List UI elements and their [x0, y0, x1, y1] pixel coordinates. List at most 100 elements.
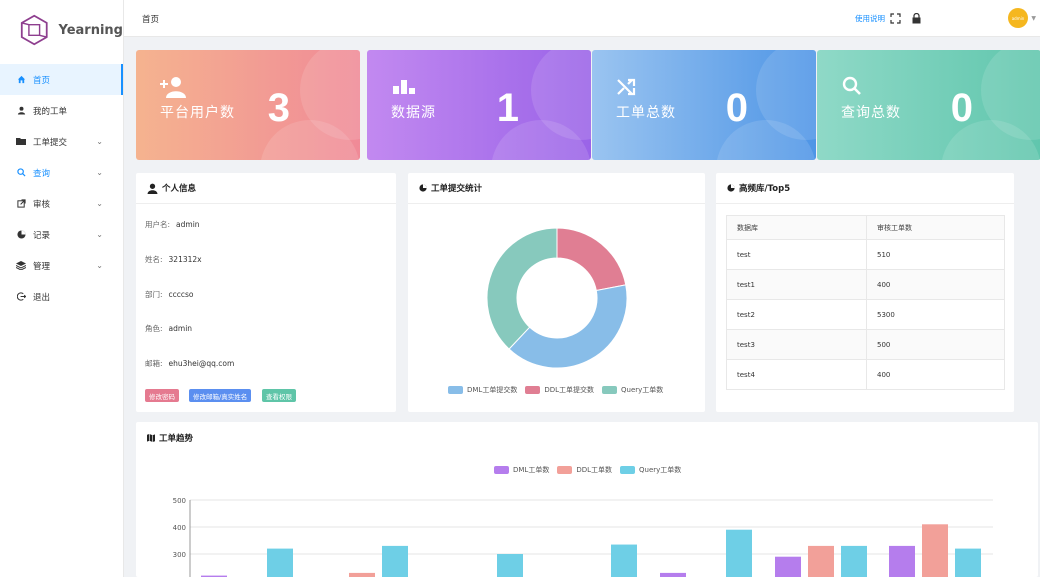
y-tick-label: 500 — [173, 497, 186, 505]
bar-query[interactable] — [726, 529, 752, 577]
search-icon — [841, 76, 869, 98]
table-row[interactable]: test4 400 — [726, 359, 1005, 390]
user-icon — [16, 106, 26, 116]
sidebar-item-label: 我的工单 — [33, 106, 68, 117]
bar-query[interactable] — [841, 545, 867, 577]
sidebar-item-label: 工单提交 — [33, 137, 68, 148]
stat-value: 0 — [950, 86, 973, 130]
bar-dml[interactable] — [660, 572, 686, 577]
sidebar-item-query[interactable]: 查询 ⌄ — [0, 157, 123, 188]
legend-item[interactable]: Query工单数 — [602, 385, 663, 395]
logo[interactable]: Yearning — [0, 0, 123, 60]
bar-chart-icon — [391, 76, 419, 98]
bar-query[interactable] — [267, 548, 293, 577]
shuffle-icon — [616, 76, 644, 98]
folder-icon — [16, 137, 26, 147]
bar-query[interactable] — [611, 544, 637, 577]
lock-icon[interactable] — [910, 12, 922, 24]
bar-ddl[interactable] — [808, 545, 834, 577]
stat-label: 工单总数 — [616, 105, 676, 121]
bar-dml[interactable] — [775, 556, 801, 577]
sidebar-item-records[interactable]: 记录 ⌄ — [0, 219, 123, 250]
profile-email-row: 邮箱: ehu3hei@qq.com — [145, 359, 235, 368]
trend-panel: 工单趋势 DML工单数 DDL工单数 Query工单数 300 400 500 — [136, 422, 1038, 577]
search-icon — [16, 168, 26, 178]
table-row[interactable]: test 510 — [726, 239, 1005, 270]
fullscreen-icon[interactable] — [889, 12, 901, 24]
table-row[interactable]: test2 5300 — [726, 299, 1005, 330]
bar-dml[interactable] — [889, 545, 915, 577]
donut-slice-ddl[interactable] — [556, 227, 627, 292]
table-row[interactable]: test3 500 — [726, 329, 1005, 360]
trend-legend: DML工单数 DDL工单数 Query工单数 — [494, 465, 689, 475]
pie-chart-icon — [419, 184, 427, 192]
panel-title: 个人信息 — [136, 173, 396, 204]
legend-item[interactable]: Query工单数 — [620, 465, 681, 475]
table-row[interactable]: test1 400 — [726, 269, 1005, 300]
stat-label: 查询总数 — [841, 105, 901, 121]
donut-slice-query[interactable] — [486, 227, 558, 350]
donut-legend: DML工单提交数 DDL工单提交数 Query工单数 — [448, 385, 671, 395]
profile-role-row: 角色: admin — [145, 324, 193, 333]
pie-chart-icon — [16, 230, 26, 240]
caret-down-icon[interactable]: ▼ — [1031, 15, 1036, 22]
chevron-down-icon: ⌄ — [96, 168, 103, 177]
order-stats-panel: 工单提交统计 DML工单提交数 DDL工单提交数 Query工单数 — [408, 173, 705, 412]
bar-ddl[interactable] — [922, 524, 948, 577]
chevron-down-icon: ⌄ — [96, 137, 103, 146]
external-link-icon — [16, 199, 26, 209]
profile-dept-row: 部门: ccccso — [145, 290, 194, 299]
profile-username-row: 用户名: admin — [145, 220, 200, 229]
sidebar-item-label: 查询 — [33, 168, 51, 179]
panel-title: 高频库/Top5 — [716, 173, 1014, 204]
sidebar-item-logout[interactable]: 退出 — [0, 281, 123, 312]
home-icon — [16, 75, 26, 85]
stat-card-users: 平台用户数 3 — [136, 50, 360, 160]
sidebar-menu: 首页 我的工单 工单提交 ⌄ 查询 ⌄ 审核 ⌄ 记录 ⌄ 管理 ⌄ 退出 — [0, 64, 123, 312]
y-tick-label: 400 — [173, 524, 186, 532]
sidebar-item-home[interactable]: 首页 — [0, 64, 123, 95]
y-tick-label: 300 — [173, 551, 186, 559]
sidebar-item-label: 管理 — [33, 261, 51, 272]
bar-query[interactable] — [497, 554, 523, 577]
add-user-icon — [160, 76, 188, 98]
user-icon — [147, 183, 158, 194]
app-name: Yearning — [58, 22, 124, 38]
top5-table: 数据库 审核工单数 test 510 test1 400 test2 5300 tes… — [726, 215, 1005, 390]
stat-value: 3 — [267, 86, 290, 130]
map-icon — [147, 433, 155, 442]
change-email-button[interactable]: 修改邮箱/真实姓名 — [189, 389, 252, 402]
legend-item[interactable]: DML工单数 — [494, 465, 549, 475]
avatar[interactable]: admin — [1008, 8, 1028, 28]
legend-item[interactable]: DDL工单数 — [557, 465, 612, 475]
sidebar-item-submit-order[interactable]: 工单提交 ⌄ — [0, 126, 123, 157]
change-password-button[interactable]: 修改密码 — [145, 389, 179, 402]
stat-label: 平台用户数 — [160, 105, 235, 121]
stat-label: 数据源 — [391, 105, 436, 121]
donut-chart — [486, 227, 628, 369]
stat-card-orders: 工单总数 0 — [592, 50, 816, 160]
sidebar-item-label: 退出 — [33, 292, 51, 303]
top-header: 首页 使用说明 admin ▼ — [124, 0, 1040, 37]
bar-query[interactable] — [382, 545, 408, 577]
chevron-down-icon: ⌄ — [96, 261, 103, 270]
stat-card-datasource: 数据源 1 — [367, 50, 591, 160]
sidebar-item-manage[interactable]: 管理 ⌄ — [0, 250, 123, 281]
sidebar-item-audit[interactable]: 审核 ⌄ — [0, 188, 123, 219]
stat-card-queries: 查询总数 0 — [817, 50, 1040, 160]
legend-item[interactable]: DML工单提交数 — [448, 385, 517, 395]
profile-name-row: 姓名: 321312x — [145, 255, 202, 264]
stat-value: 0 — [725, 86, 748, 130]
bar-query[interactable] — [955, 548, 981, 577]
sidebar-item-label: 审核 — [33, 199, 51, 210]
chevron-down-icon: ⌄ — [96, 199, 103, 208]
sidebar-item-my-orders[interactable]: 我的工单 — [0, 95, 123, 126]
legend-item[interactable]: DDL工单提交数 — [525, 385, 594, 395]
sidebar: Yearning 首页 我的工单 工单提交 ⌄ 查询 ⌄ 审核 ⌄ 记录 ⌄ 管… — [0, 0, 124, 577]
view-permissions-button[interactable]: 查看权限 — [262, 389, 296, 402]
help-link[interactable]: 使用说明 — [855, 13, 885, 24]
bar-ddl[interactable] — [349, 572, 375, 577]
trend-bar-chart: 300 400 500 — [173, 497, 993, 577]
cube-logo-icon — [20, 14, 48, 46]
layers-icon — [16, 261, 26, 271]
